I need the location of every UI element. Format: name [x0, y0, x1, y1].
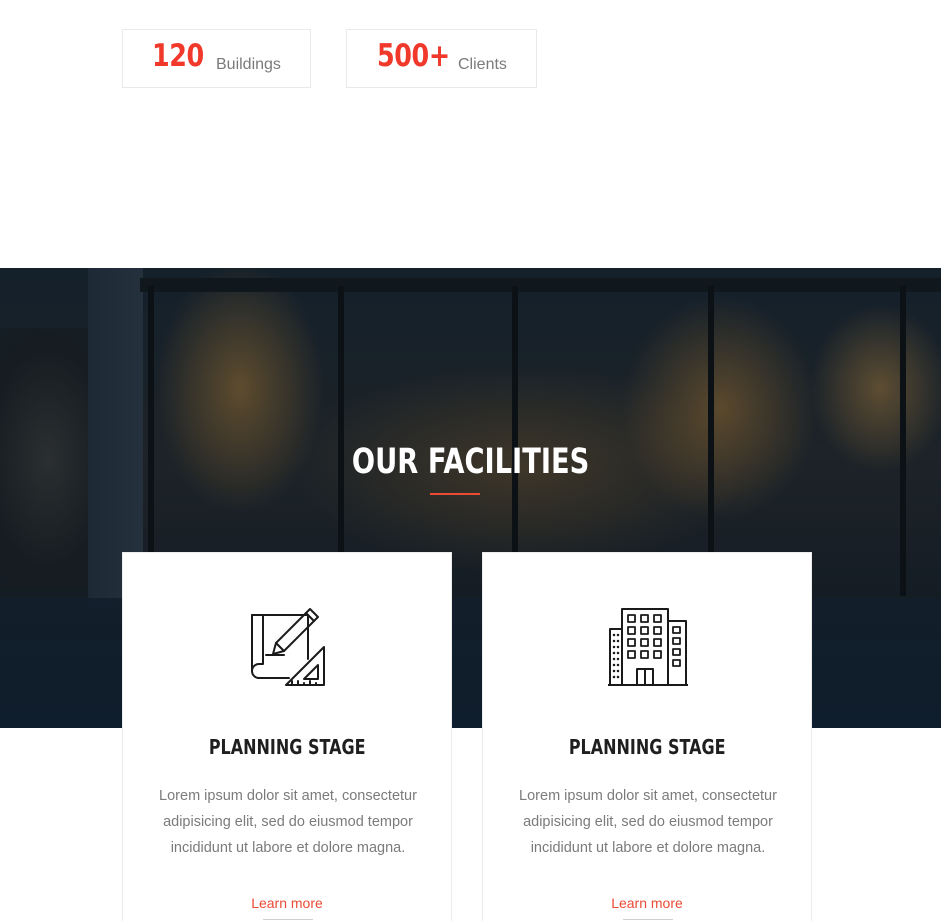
- card-title: PLANNING STAGE: [568, 735, 726, 759]
- link-underline: [263, 919, 313, 920]
- card-title: PLANNING STAGE: [208, 735, 366, 759]
- card-description: Lorem ipsum dolor sit amet, consectetur …: [159, 788, 417, 856]
- card-description: Lorem ipsum dolor sit amet, consectetur …: [519, 788, 777, 856]
- stat-number: 500+: [377, 38, 450, 74]
- section-title: OUR FACILITIES: [351, 442, 590, 482]
- page: 120 Buildings 500+ Clients OUR FACILITIE…: [0, 0, 943, 921]
- learn-more-link[interactable]: Learn more: [123, 895, 451, 911]
- stat-label: Clients: [458, 56, 507, 73]
- facility-card: PLANNING STAGE Lorem ipsum dolor sit ame…: [482, 552, 812, 921]
- building-icon: [608, 608, 688, 686]
- stat-label: Buildings: [216, 56, 281, 73]
- background-window-beam: [140, 278, 941, 292]
- link-underline: [623, 919, 673, 920]
- blueprint-icon: [251, 608, 325, 686]
- stat-box-buildings: 120 Buildings: [122, 29, 311, 88]
- learn-more-link[interactable]: Learn more: [483, 895, 811, 911]
- stat-number: 120: [152, 38, 204, 74]
- stat-box-clients: 500+ Clients: [346, 29, 537, 88]
- title-underline: [430, 493, 480, 495]
- facility-card: PLANNING STAGE Lorem ipsum dolor sit ame…: [122, 552, 452, 921]
- background-window-frame: [900, 286, 906, 596]
